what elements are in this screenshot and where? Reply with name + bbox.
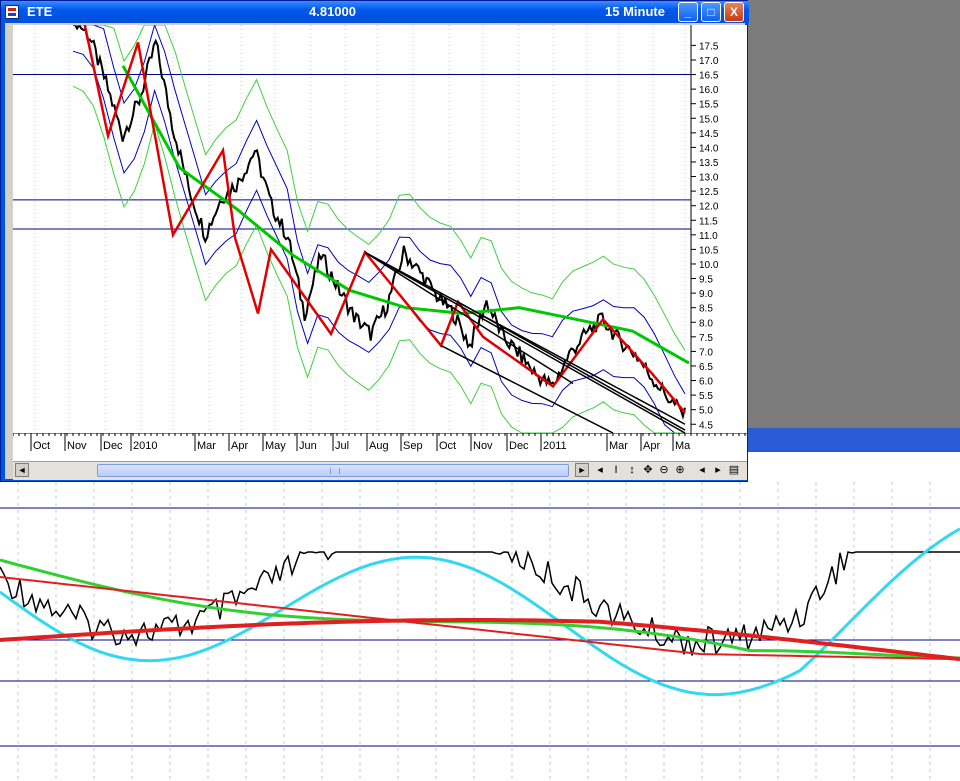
minimize-icon: _ xyxy=(684,5,692,19)
y-tick-label: 5.5 xyxy=(699,391,713,402)
y-tick-label: 10.5 xyxy=(699,245,719,256)
x-tick-label: Dec xyxy=(509,440,529,452)
y-tick-label: 14.0 xyxy=(699,143,719,154)
x-tick-label: Apr xyxy=(643,440,660,452)
x-tick-label: Jul xyxy=(335,440,349,452)
x-tick-label: Nov xyxy=(473,440,493,452)
close-button[interactable]: X xyxy=(724,2,744,22)
scroll-grip-icon xyxy=(330,468,340,474)
window-interval: 15 Minute xyxy=(605,4,665,19)
y-tick-label: 16.5 xyxy=(699,71,719,82)
y-tick-label: 10.0 xyxy=(699,260,719,271)
y-tick-label: 17.5 xyxy=(699,41,719,52)
tool-zoom-out-icon[interactable]: ⊖ xyxy=(657,463,671,477)
scroll-thumb[interactable] xyxy=(97,464,569,477)
tool-prev-icon[interactable]: ◂ xyxy=(695,463,709,477)
maximize-icon: □ xyxy=(707,5,715,19)
y-tick-label: 13.0 xyxy=(699,173,719,184)
y-tick-label: 7.0 xyxy=(699,347,713,358)
tool-next-icon[interactable]: ▸ xyxy=(711,463,725,477)
x-tick-label: Ma xyxy=(675,440,691,452)
x-tick-label: May xyxy=(265,440,286,452)
y-tick-label: 15.5 xyxy=(699,100,719,111)
price-series-line xyxy=(73,25,686,421)
y-tick-label: 12.0 xyxy=(699,202,719,213)
y-tick-label: 8.0 xyxy=(699,318,713,329)
y-tick-label: 5.0 xyxy=(699,406,713,417)
x-tick-label: Apr xyxy=(231,440,248,452)
maximize-button[interactable]: □ xyxy=(701,2,721,22)
tool-back-icon[interactable]: ◂ xyxy=(593,463,607,477)
y-tick-label: 8.5 xyxy=(699,304,713,315)
price-chart-svg: 17.5 17.0 16.5 16.0 15.5 15.0 14.5 14.0 13.5 13.0… xyxy=(13,25,719,433)
x-tick-label: Mar xyxy=(609,440,628,452)
x-tick-label: Nov xyxy=(67,440,87,452)
trend-line xyxy=(364,251,686,425)
chart-app-icon xyxy=(5,5,19,19)
y-tick-label: 9.0 xyxy=(699,289,713,300)
y-tick-label: 13.5 xyxy=(699,158,719,169)
x-tick-label: Jun xyxy=(299,440,317,452)
window-titlebar[interactable]: ETE 4.81000 15 Minute _ □ X xyxy=(1,1,749,23)
tool-zoom-in-icon[interactable]: ⊕ xyxy=(673,463,687,477)
trend-line xyxy=(457,301,686,431)
x-tick-label: Oct xyxy=(33,440,50,452)
y-tick-label: 14.5 xyxy=(699,129,719,140)
tool-pan-icon[interactable]: ✥ xyxy=(641,463,655,477)
tool-vertical-zoom-icon[interactable]: ↕ xyxy=(625,463,639,477)
price-chart[interactable]: 17.5 17.0 16.5 16.0 15.5 15.0 14.5 14.0 13.5 13.0… xyxy=(13,25,747,433)
background-chart xyxy=(0,482,960,781)
y-tick-label: 11.0 xyxy=(699,231,718,242)
y-tick-label: 7.5 xyxy=(699,333,713,344)
scroll-right-arrow[interactable]: ► xyxy=(575,463,589,477)
y-tick-label: 16.0 xyxy=(699,85,719,96)
window-price: 4.81000 xyxy=(309,4,356,19)
y-tick-label: 9.5 xyxy=(699,275,713,286)
y-tick-label: 17.0 xyxy=(699,56,719,67)
y-tick-label: 12.5 xyxy=(699,187,719,198)
x-tick-label: Aug xyxy=(369,440,389,452)
window-symbol: ETE xyxy=(27,4,53,19)
desktop-taskbar-strip xyxy=(748,428,960,452)
y-tick-label: 6.5 xyxy=(699,362,713,373)
x-tick-label: Sep xyxy=(403,440,423,452)
x-tick-label: Mar xyxy=(197,440,216,452)
close-icon: X xyxy=(729,5,738,19)
desktop-background xyxy=(748,0,960,428)
x-tick-label: Oct xyxy=(439,440,456,452)
chart-scrollbar[interactable]: ◄ ► ◂ I ↕ ✥ ⊖ ⊕ ◂ ▸ ▤ xyxy=(13,461,747,480)
x-tick-label: Dec xyxy=(103,440,123,452)
y-tick-label: 4.5 xyxy=(699,420,713,431)
chart-window[interactable]: ETE 4.81000 15 Minute _ □ X 17.5 17.0 16.5… xyxy=(0,0,749,482)
x-axis-svg: Oct Nov Dec 2010 Mar Apr May Jun Jul Aug Sep Oct Nov… xyxy=(13,433,747,452)
y-tick-label: 6.0 xyxy=(699,377,713,388)
x-tick-label: 2010 xyxy=(133,440,157,452)
minimize-button[interactable]: _ xyxy=(678,2,698,22)
scroll-left-arrow[interactable]: ◄ xyxy=(15,463,29,477)
y-tick-label: 11.5 xyxy=(699,216,718,227)
background-chart-svg xyxy=(0,482,960,781)
y-tick-label: 15.0 xyxy=(699,114,719,125)
x-axis: Oct Nov Dec 2010 Mar Apr May Jun Jul Aug Sep Oct Nov… xyxy=(13,433,747,461)
x-tick-label: 2011 xyxy=(543,440,567,452)
tool-cursor-icon[interactable]: I xyxy=(609,463,623,477)
tool-menu-icon[interactable]: ▤ xyxy=(727,463,741,477)
